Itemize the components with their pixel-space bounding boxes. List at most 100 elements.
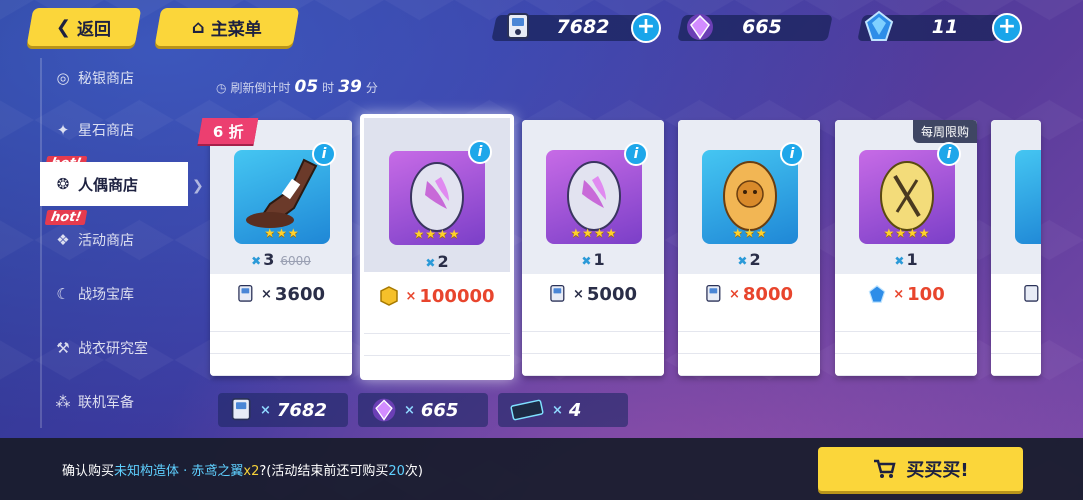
back-button[interactable]: ❮ 返回 [26,8,142,46]
sidebar-item-suit-lab[interactable]: ⚒ 战衣研究室 [40,326,188,370]
card-footer [364,312,510,376]
item-price: × 3600 [210,278,352,310]
info-icon[interactable]: i [468,140,492,164]
moon-icon: ☾ [56,285,70,303]
ticket-icon [705,284,723,304]
shop-item-card[interactable]: ★★★★ i ✖ 1 × 5000 [522,120,664,376]
info-icon[interactable]: i [624,142,648,166]
clock-icon: ◷ [216,81,227,95]
item-quantity: ✖ 2 [737,250,761,269]
chevron-left-icon: ❮ [56,16,72,38]
shop-item-card[interactable]: ★★★ i ✖ 3 6000 × 3600 [210,120,352,376]
buy-button[interactable]: 买买买! [818,447,1023,491]
info-icon[interactable]: i [780,142,804,166]
cart-icon [872,458,896,480]
sidebar-item-label: 秘银商店 [78,71,134,87]
event-icon: ❖ [56,231,70,249]
add-ticket-button[interactable]: + [631,13,661,43]
star-stone-icon: ✦ [56,121,70,139]
ticket-icon [230,397,254,423]
card-footer [835,310,977,376]
add-star-stone-button[interactable]: + [992,13,1022,43]
crystal-icon [684,11,716,43]
item-price: × 100 [835,278,977,310]
resource-crystal: × 665 [358,393,488,427]
item-gold-egg-icon: ★★★★ [859,150,955,244]
main-menu-label: 主菜单 [210,19,262,40]
sidebar-item-label: 人偶商店 [78,175,139,194]
star-stone-icon [867,284,887,304]
ticket-icon [1023,284,1041,304]
multiplayer-icon: ⁂ [55,393,71,411]
crystal-count: 665 [742,16,782,38]
doll-icon: ❂ [56,175,70,193]
rarity-stars: ★★★★ [570,226,618,240]
shop-item-card-partial[interactable] [991,120,1041,376]
sidebar-item-label: 战衣研究室 [78,341,148,357]
shop-item-card[interactable]: 每周限购 ★★★★ i ✖ 1 × 100 [835,120,977,376]
item-orange-egg-icon: ★★★ [702,150,798,244]
card-footer [210,310,352,376]
resource-ticket: × 7682 [218,393,348,427]
chevron-right-icon: ❯ [192,178,204,194]
item-bottle-icon: ★★★ [234,150,330,244]
timer-minutes-unit: 分 [365,81,378,95]
mithril-icon: ◎ [56,69,70,87]
timer-hours-unit: 时 [322,81,335,95]
sidebar-item-label: 联机军备 [78,395,134,411]
buy-label: 买买买! [906,460,969,481]
info-icon[interactable]: i [937,142,961,166]
ticket-icon [549,284,567,304]
item-price: × 100000 [364,280,510,312]
rarity-stars: ★★★ [732,226,768,240]
rarity-stars: ★★★★ [883,226,931,240]
crystal-icon [370,396,398,424]
sidebar-item-event-shop[interactable]: ❖ 活动商店 [40,218,188,262]
shop-item-card[interactable]: ★★★ i ✖ 2 × 8000 [678,120,820,376]
ticket-icon [237,284,255,304]
sidebar-item-label: 活动商店 [78,233,134,249]
item-price-partial [991,278,1041,310]
star-stone-icon [862,9,896,43]
resource-card-ticket: × 4 [498,393,628,427]
hammer-icon: ⚒ [56,339,70,357]
item-price: × 8000 [678,278,820,310]
timer-label: 刷新倒计时 [230,81,291,95]
item-quantity: ✖ 1 [581,250,605,269]
home-icon: ⌂ [192,16,205,38]
item-purple-egg-icon: ★★★★ [546,150,642,244]
ticket-count: 7682 [556,16,610,38]
sidebar-item-multiplayer-armory[interactable]: ⁂ 联机军备 [40,380,188,424]
shop-item-card-selected[interactable]: ★★★★ i ✖ 2 × 100000 [360,114,514,380]
card-footer [678,310,820,376]
item-partial-icon [1015,150,1041,244]
timer-hours: 05 [294,77,319,97]
item-quantity: ✖ 1 [894,250,918,269]
star-stone-count: 11 [931,16,959,38]
back-label: 返回 [77,19,112,40]
item-quantity: ✖ 3 6000 [251,250,311,269]
sidebar-item-label: 战场宝库 [78,287,134,303]
sidebar-item-mithril-shop[interactable]: ◎ 秘银商店 [40,56,188,100]
sidebar-item-label: 星石商店 [78,123,134,139]
card-ticket-icon [510,399,546,421]
rarity-stars: ★★★ [264,226,300,240]
original-price: 6000 [280,254,311,268]
rarity-stars: ★★★★ [413,227,461,241]
weekly-limit-badge: 每周限购 [912,120,977,143]
timer-minutes: 39 [338,77,362,97]
confirm-message: 确认购买未知构造体 · 赤鸢之翼x2?(活动结束前还可购买20次) [62,464,423,479]
main-menu-button[interactable]: ⌂ 主菜单 [154,8,300,46]
sidebar-item-doll-shop[interactable]: ❂ 人偶商店 [40,162,188,206]
item-purple-egg-icon: ★★★★ [389,151,485,245]
refresh-timer: ◷ 刷新倒计时 05 时 39 分 [216,77,378,97]
card-footer [991,310,1041,376]
gold-coin-icon [379,286,399,306]
item-quantity: ✖ 2 [425,252,449,271]
sidebar-item-battlefield-vault[interactable]: ☾ 战场宝库 [40,272,188,316]
discount-badge: 6 折 [197,118,259,144]
info-icon[interactable]: i [312,142,336,166]
item-price: × 5000 [522,278,664,310]
sidebar-item-star-stone-shop[interactable]: ✦ 星石商店 [40,108,188,152]
card-footer [522,310,664,376]
